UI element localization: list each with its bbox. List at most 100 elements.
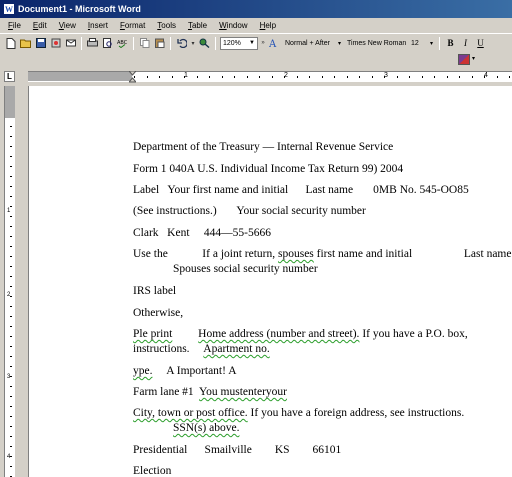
ruler-tick [10, 366, 12, 367]
document-line: Form 1 040A U.S. Individual Income Tax R… [133, 163, 404, 175]
grammar-flag[interactable]: SSN(s) above. [173, 422, 239, 434]
tab-selector[interactable]: L [4, 71, 15, 82]
menu-help[interactable]: Help [260, 21, 276, 30]
menu-view[interactable]: View [59, 21, 76, 30]
toolbar-options-icon[interactable]: » [260, 37, 266, 50]
font-size-combo[interactable]: 12 ▾ [409, 36, 435, 50]
ruler-tick [10, 406, 12, 407]
highlight-color-icon[interactable] [458, 54, 470, 65]
word-app-icon[interactable]: W [3, 3, 15, 15]
ruler-tick [321, 76, 323, 78]
copy-icon[interactable] [138, 37, 151, 50]
menu-tools[interactable]: Tools [157, 21, 176, 30]
ruler-tick [10, 266, 12, 267]
menu-window[interactable]: Window [219, 21, 247, 30]
ruler-tick [146, 76, 148, 78]
ruler-tick [10, 146, 12, 147]
ruler-tick [10, 296, 12, 297]
open-folder-icon[interactable] [19, 37, 32, 50]
ruler-tick [10, 446, 12, 447]
paste-icon[interactable] [153, 37, 166, 50]
document-line: Label Your first name and initial Last n… [133, 184, 469, 196]
print-icon[interactable] [86, 37, 99, 50]
ruler-tick [234, 76, 235, 78]
chevron-down-icon[interactable]: ▾ [472, 55, 475, 62]
toolbar-separator [81, 36, 82, 50]
ruler-tick [10, 156, 12, 157]
ruler-tick [421, 76, 423, 78]
document-line: Ple print Home address (number and stree… [133, 328, 468, 340]
ruler-tick [409, 76, 410, 78]
ruler-tick [484, 76, 485, 78]
document-line: ype. A Important! A [133, 365, 237, 377]
ruler-tick [396, 76, 398, 78]
ruler-tick [10, 436, 12, 437]
save-icon[interactable] [34, 37, 47, 50]
style-combo[interactable]: Normal + After ▾ [283, 36, 343, 50]
new-document-icon[interactable] [4, 37, 17, 50]
ruler-tick [10, 346, 12, 347]
email-icon[interactable] [64, 37, 77, 50]
ruler-tick [10, 286, 12, 287]
ruler-tick [10, 186, 12, 187]
vertical-ruler[interactable]: 1 2 3 4 [4, 86, 15, 477]
ruler-tick [509, 76, 510, 78]
ruler-tick [384, 76, 385, 78]
permission-icon[interactable] [49, 37, 62, 50]
document-line: Election [133, 465, 172, 477]
window-title: Document1 - Microsoft Word [18, 4, 141, 14]
menu-file[interactable]: File [8, 21, 21, 30]
menu-edit[interactable]: Edit [33, 21, 47, 30]
svg-text:A: A [269, 39, 277, 48]
grammar-flag[interactable]: City, town or post office. [133, 407, 248, 419]
bold-button[interactable]: B [444, 37, 457, 50]
font-size-value: 12 [411, 39, 419, 47]
standard-toolbar: ABC ▾ 120% ▼ » A Normal + After ▾ Times … [0, 34, 512, 52]
ruler-number: 3 [7, 374, 11, 380]
menu-insert[interactable]: Insert [88, 21, 108, 30]
undo-icon[interactable] [175, 37, 188, 50]
underline-button[interactable]: U [474, 37, 487, 50]
document-page[interactable]: Department of the Treasury — Internal Re… [28, 86, 512, 477]
grammar-flag[interactable]: spouses [278, 248, 314, 260]
ruler-tick [196, 76, 198, 78]
grammar-flag[interactable]: Apartment no. [203, 343, 269, 355]
font-combo[interactable]: Times New Roman ▾ [345, 36, 407, 50]
ruler-tick [10, 246, 12, 247]
document-line: Department of the Treasury — Internal Re… [133, 141, 394, 153]
research-icon[interactable] [198, 37, 211, 50]
ruler-tick [221, 76, 223, 78]
ruler-tick [10, 316, 12, 317]
ruler-tick [10, 166, 12, 167]
menu-format[interactable]: Format [120, 21, 145, 30]
ruler-number: 4 [7, 454, 11, 460]
ruler-tick [171, 76, 173, 78]
document-line: Clark Kent 444—55-5666 [133, 227, 271, 239]
menu-table[interactable]: Table [188, 21, 207, 30]
ruler-tick [10, 396, 12, 397]
spelling-grammar-icon[interactable]: ABC [116, 37, 129, 50]
ruler-tick [459, 76, 460, 78]
grammar-flag[interactable]: Home address (number and street). [198, 328, 359, 340]
ruler-tick [134, 76, 135, 78]
ruler-tick [159, 76, 160, 78]
ruler-tick [309, 76, 310, 78]
spelling-flag[interactable]: Ple print [133, 328, 172, 340]
ruler-tick [10, 376, 12, 377]
ruler-left-margin [28, 72, 132, 81]
toolbar-separator [215, 36, 216, 50]
chevron-down-icon: ▾ [429, 40, 433, 47]
styles-formatting-icon[interactable]: A [268, 37, 281, 50]
undo-dropdown-icon[interactable]: ▾ [190, 37, 196, 50]
italic-button[interactable]: I [459, 37, 472, 50]
ruler-tick [246, 76, 248, 78]
ruler-tick [496, 76, 498, 78]
document-line: instructions. Apartment no. [133, 343, 270, 355]
zoom-combo[interactable]: 120% ▼ [220, 36, 258, 50]
spelling-flag[interactable]: ype. [133, 365, 152, 377]
chevron-down-icon: ▼ [249, 40, 255, 46]
ruler-tick [334, 76, 335, 78]
grammar-flag[interactable]: You mustenteryour [199, 386, 287, 398]
print-preview-icon[interactable] [101, 37, 114, 50]
horizontal-ruler[interactable]: 1 2 3 4 [28, 71, 512, 83]
